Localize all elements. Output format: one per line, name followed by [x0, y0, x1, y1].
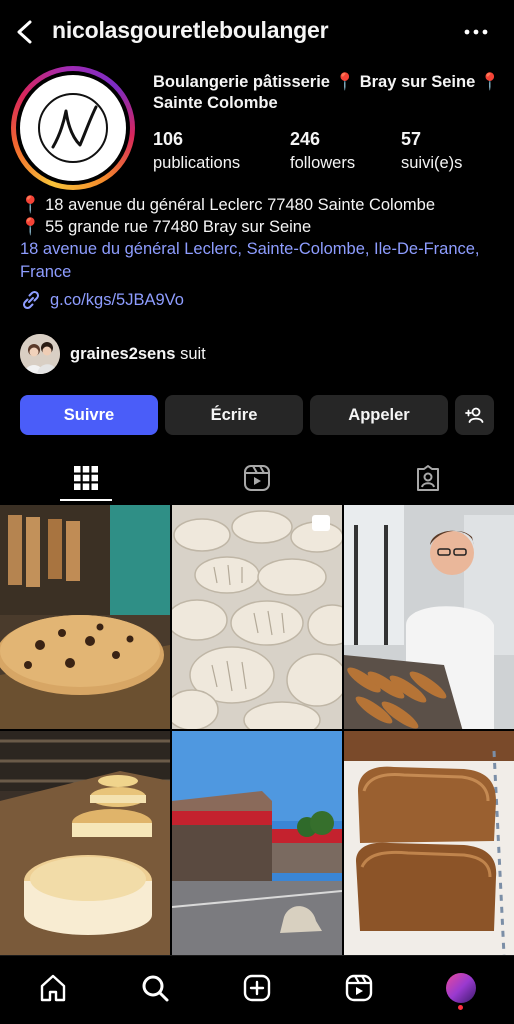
profile-tabs — [0, 452, 514, 502]
stat-value: 57 — [401, 129, 422, 149]
avatar-icon — [446, 973, 476, 1003]
website-link[interactable]: g.co/kgs/5JBA9Vo — [20, 289, 184, 311]
stat-value: 246 — [290, 129, 321, 149]
bio-address-2: 📍 55 grande rue 77480 Bray sur Seine — [20, 218, 312, 236]
bottom-navigation — [0, 955, 514, 1024]
multi-post-icon — [312, 515, 330, 531]
nav-reels[interactable] — [341, 970, 377, 1006]
nav-create[interactable] — [239, 970, 275, 1006]
followed-by-row[interactable]: graines2sens suit — [20, 334, 206, 374]
nav-search[interactable] — [137, 970, 173, 1006]
map-location-link[interactable]: 18 avenue du général Leclerc, Sainte-Col… — [20, 238, 490, 284]
tab-grid[interactable] — [66, 460, 106, 496]
follower-name: graines2sens — [70, 344, 176, 363]
nav-home[interactable] — [35, 970, 71, 1006]
follow-button[interactable]: Suivre — [20, 395, 158, 435]
stat-label: publications — [153, 154, 241, 172]
tagged-icon — [417, 465, 439, 491]
add-person-icon — [464, 407, 483, 423]
call-button[interactable]: Appeler — [310, 395, 448, 435]
active-tab-indicator — [60, 499, 112, 501]
ellipsis-icon[interactable] — [462, 22, 490, 42]
top-bar: nicolasgouretleboulanger — [0, 0, 514, 64]
chevron-left-icon[interactable] — [12, 18, 38, 46]
grid-icon — [74, 466, 98, 490]
post-thumbnail[interactable] — [344, 505, 514, 729]
post-thumbnail[interactable] — [344, 731, 514, 955]
bio-title: Boulangerie pâtisserie 📍 Bray sur Seine … — [153, 73, 501, 112]
post-thumbnail[interactable] — [0, 505, 170, 729]
stat-following[interactable]: 57 suivi(e)s — [401, 128, 462, 174]
suggest-people-button[interactable] — [455, 395, 494, 435]
website-text: g.co/kgs/5JBA9Vo — [50, 290, 184, 309]
stat-followers[interactable]: 246 followers — [290, 128, 355, 174]
nav-profile[interactable] — [443, 970, 479, 1006]
post-thumbnail[interactable] — [172, 731, 342, 955]
message-button[interactable]: Écrire — [165, 395, 303, 435]
reels-icon — [345, 974, 373, 1002]
stat-publications[interactable]: 106 publications — [153, 128, 240, 174]
followed-by-suffix: suit — [175, 344, 206, 363]
reels-icon — [244, 465, 270, 491]
logo-icon — [20, 75, 126, 181]
profile-stats: 106 publications 246 followers 57 suivi(… — [153, 128, 503, 178]
followed-by-text: graines2sens suit — [70, 345, 206, 364]
tab-reels[interactable] — [237, 460, 277, 496]
follower-avatar — [20, 334, 60, 374]
link-icon — [22, 290, 40, 310]
tab-tagged[interactable] — [408, 460, 448, 496]
posts-grid — [0, 505, 514, 955]
search-icon — [142, 975, 169, 1002]
profile-avatar[interactable] — [11, 66, 135, 190]
plus-square-icon — [243, 974, 271, 1002]
bio-address-1: 📍 18 avenue du général Leclerc 77480 Sai… — [20, 196, 435, 214]
post-thumbnail[interactable] — [0, 731, 170, 955]
notification-dot — [458, 1005, 463, 1010]
stat-value: 106 — [153, 129, 184, 149]
post-thumbnail[interactable] — [172, 505, 342, 729]
stat-label: followers — [290, 154, 356, 172]
home-icon — [40, 974, 66, 1002]
stat-label: suivi(e)s — [401, 154, 463, 172]
profile-username: nicolasgouretleboulanger — [52, 17, 329, 43]
